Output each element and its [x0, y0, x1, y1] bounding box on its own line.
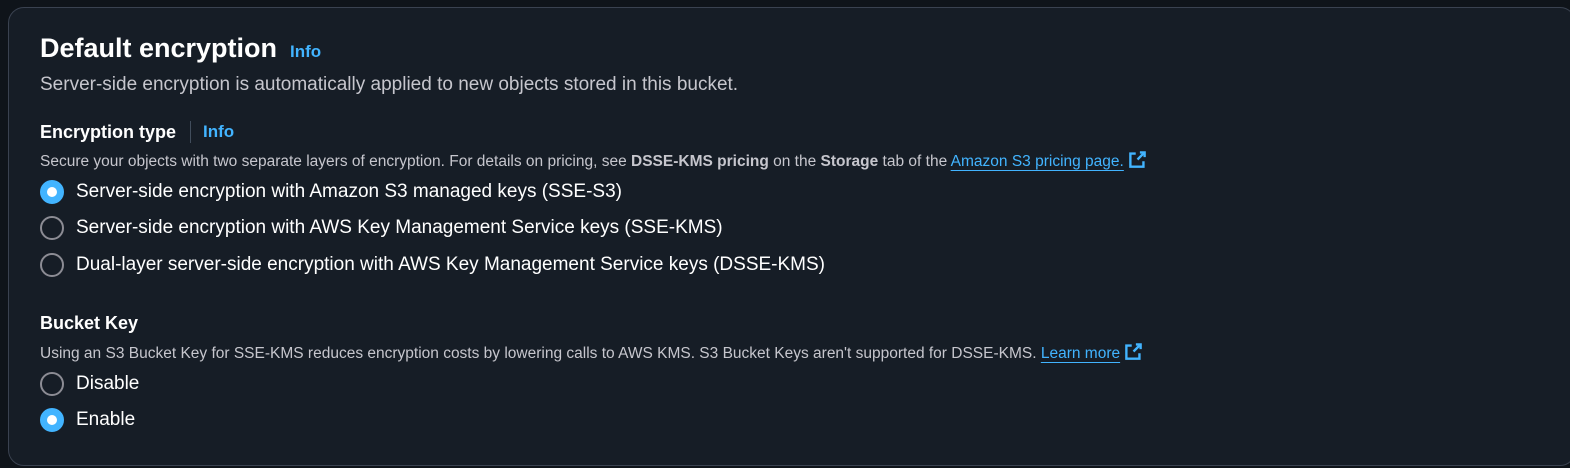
- encryption-type-label: Encryption type: [40, 121, 177, 142]
- learn-more-link-text[interactable]: Learn more: [1041, 345, 1120, 362]
- external-link-icon[interactable]: [1128, 150, 1147, 169]
- radio-button[interactable]: [40, 216, 64, 240]
- section-header: Default encryption Info: [40, 33, 321, 64]
- radio-bucket-key-disable[interactable]: Disable: [40, 372, 139, 396]
- radio-bucket-key-enable[interactable]: Enable: [40, 408, 135, 432]
- desc-text: tab of the: [878, 153, 951, 170]
- radio-label[interactable]: Disable: [76, 373, 139, 395]
- radio-button-selected[interactable]: [40, 180, 64, 204]
- radio-sse-s3[interactable]: Server-side encryption with Amazon S3 ma…: [40, 180, 622, 204]
- encryption-type-label-row: Encryption type Info: [40, 121, 234, 143]
- radio-label[interactable]: Server-side encryption with Amazon S3 ma…: [76, 181, 622, 203]
- learn-more-link[interactable]: Learn more: [1041, 342, 1143, 362]
- radio-button[interactable]: [40, 253, 64, 277]
- desc-text: on the: [768, 153, 821, 170]
- section-info-link[interactable]: Info: [290, 42, 321, 62]
- radio-button-selected[interactable]: [40, 408, 64, 432]
- bucket-key-label: Bucket Key: [40, 313, 139, 333]
- desc-bold-pricing: DSSE-KMS pricing: [631, 153, 769, 170]
- s3-pricing-link-text[interactable]: Amazon S3 pricing page.: [951, 153, 1124, 170]
- desc-text: Secure your objects with two separate la…: [40, 153, 632, 170]
- encryption-type-description: Secure your objects with two separate la…: [40, 150, 1147, 171]
- desc-bold-storage: Storage: [820, 153, 879, 170]
- radio-dsse-kms[interactable]: Dual-layer server-side encryption with A…: [40, 253, 825, 277]
- bucket-key-label-row: Bucket Key: [40, 313, 138, 334]
- radio-label[interactable]: Server-side encryption with AWS Key Mana…: [76, 217, 723, 239]
- label-divider: [190, 121, 192, 143]
- radio-label[interactable]: Enable: [76, 409, 135, 431]
- s3-pricing-link[interactable]: Amazon S3 pricing page.: [951, 150, 1147, 170]
- radio-label[interactable]: Dual-layer server-side encryption with A…: [76, 254, 825, 276]
- bucket-key-description: Using an S3 Bucket Key for SSE-KMS reduc…: [40, 342, 1143, 363]
- section-title: Default encryption: [40, 33, 278, 63]
- radio-button[interactable]: [40, 372, 64, 396]
- radio-sse-kms[interactable]: Server-side encryption with AWS Key Mana…: [40, 216, 723, 240]
- external-link-icon[interactable]: [1124, 342, 1143, 361]
- desc-text: Using an S3 Bucket Key for SSE-KMS reduc…: [40, 345, 1041, 362]
- section-description: Server-side encryption is automatically …: [40, 74, 739, 95]
- encryption-type-info-link[interactable]: Info: [203, 122, 234, 142]
